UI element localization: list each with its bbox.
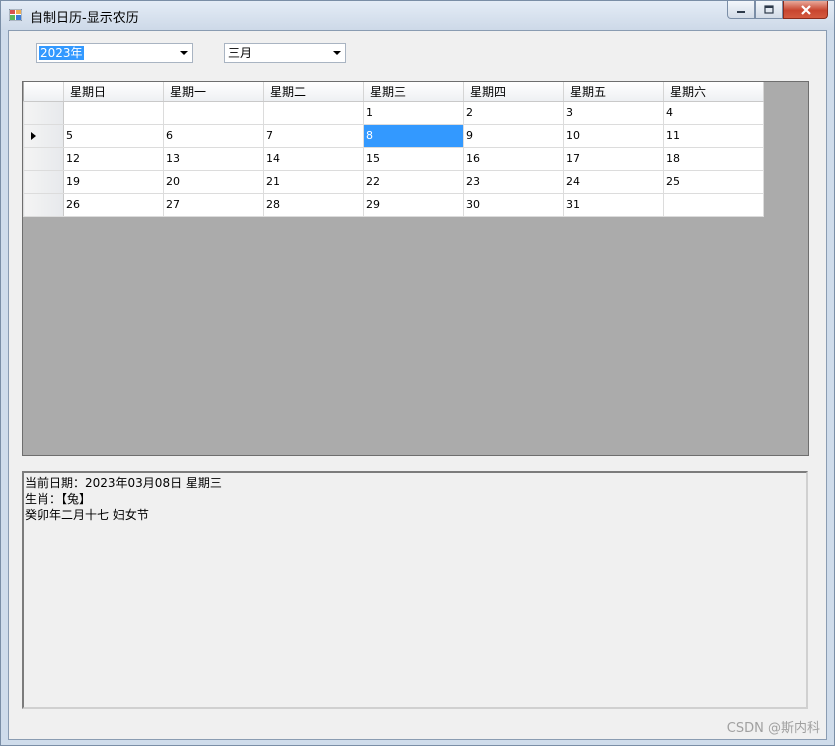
day-cell[interactable]: 4: [663, 100, 764, 125]
lunar-date-line: 癸卯年二月十七 妇女节: [25, 508, 149, 522]
day-cell[interactable]: 13: [163, 146, 264, 171]
day-cell[interactable]: 23: [463, 169, 564, 194]
day-cell[interactable]: 27: [163, 192, 264, 217]
column-header[interactable]: 星期一: [163, 82, 264, 102]
current-row-icon: [31, 131, 36, 140]
row-header-current[interactable]: [23, 123, 64, 148]
close-button[interactable]: [783, 1, 828, 19]
maximize-icon: [764, 5, 774, 14]
row-header[interactable]: [23, 146, 64, 171]
day-cell[interactable]: 25: [663, 169, 764, 194]
day-cell[interactable]: 6: [163, 123, 264, 148]
day-cell[interactable]: 2: [463, 100, 564, 125]
calendar-table: 星期日 星期一 星期二 星期三 星期四 星期五 星期六 1 2 3 4 5 6 …: [23, 82, 764, 217]
maximize-button[interactable]: [755, 1, 783, 19]
day-cell[interactable]: 15: [363, 146, 464, 171]
grid-corner-header[interactable]: [23, 82, 64, 102]
column-header[interactable]: 星期四: [463, 82, 564, 102]
day-cell[interactable]: 19: [63, 169, 164, 194]
zodiac-line: 生肖：【兔】: [25, 492, 92, 506]
column-header[interactable]: 星期日: [63, 82, 164, 102]
column-header[interactable]: 星期六: [663, 82, 764, 102]
day-cell-selected[interactable]: 8: [363, 123, 464, 148]
day-cell[interactable]: 7: [263, 123, 364, 148]
month-combobox[interactable]: 三月: [224, 43, 346, 63]
day-cell[interactable]: 16: [463, 146, 564, 171]
day-cell[interactable]: 22: [363, 169, 464, 194]
table-row: 26 27 28 29 30 31: [23, 192, 764, 217]
day-cell[interactable]: 28: [263, 192, 364, 217]
day-cell[interactable]: 29: [363, 192, 464, 217]
close-icon: [800, 4, 811, 15]
column-header[interactable]: 星期三: [363, 82, 464, 102]
table-row: 1 2 3 4: [23, 100, 764, 125]
day-cell[interactable]: 30: [463, 192, 564, 217]
day-cell[interactable]: 11: [663, 123, 764, 148]
calendar-header-row: 星期日 星期一 星期二 星期三 星期四 星期五 星期六: [23, 82, 764, 102]
app-window: 自制日历-显示农历 2023年 三月 星期日 星期一 星期二 星期三 星期四 星…: [0, 0, 835, 746]
day-cell[interactable]: [63, 100, 164, 125]
day-cell[interactable]: 17: [563, 146, 664, 171]
day-cell[interactable]: 5: [63, 123, 164, 148]
watermark: CSDN @斯内科: [726, 721, 820, 736]
table-row: 5 6 7 8 9 10 11: [23, 123, 764, 148]
day-cell[interactable]: [263, 100, 364, 125]
row-header[interactable]: [23, 100, 64, 125]
day-cell[interactable]: 1: [363, 100, 464, 125]
day-cell[interactable]: 14: [263, 146, 364, 171]
year-combobox-value: 2023年: [39, 46, 84, 60]
row-header[interactable]: [23, 192, 64, 217]
window-title: 自制日历-显示农历: [30, 11, 139, 26]
day-cell[interactable]: 18: [663, 146, 764, 171]
chevron-down-icon[interactable]: [180, 51, 188, 55]
day-cell[interactable]: 9: [463, 123, 564, 148]
day-cell[interactable]: 26: [63, 192, 164, 217]
month-combobox-value: 三月: [228, 46, 253, 60]
row-header[interactable]: [23, 169, 64, 194]
minimize-icon: [737, 10, 745, 13]
window-controls: [727, 1, 828, 21]
current-date-line: 当前日期：2023年03月08日 星期三: [25, 476, 222, 490]
client-area: 2023年 三月 星期日 星期一 星期二 星期三 星期四 星期五 星期六 1 2…: [8, 30, 827, 740]
calendar-grid[interactable]: 星期日 星期一 星期二 星期三 星期四 星期五 星期六 1 2 3 4 5 6 …: [22, 81, 809, 456]
column-header[interactable]: 星期二: [263, 82, 364, 102]
year-combobox[interactable]: 2023年: [36, 43, 193, 63]
column-header[interactable]: 星期五: [563, 82, 664, 102]
day-cell[interactable]: [663, 192, 764, 217]
title-bar[interactable]: 自制日历-显示农历: [1, 1, 834, 30]
day-cell[interactable]: 10: [563, 123, 664, 148]
day-cell[interactable]: 24: [563, 169, 664, 194]
day-cell[interactable]: 12: [63, 146, 164, 171]
table-row: 12 13 14 15 16 17 18: [23, 146, 764, 171]
day-cell[interactable]: [163, 100, 264, 125]
day-cell[interactable]: 31: [563, 192, 664, 217]
day-cell[interactable]: 20: [163, 169, 264, 194]
day-cell[interactable]: 3: [563, 100, 664, 125]
app-icon: [9, 9, 22, 21]
date-info-textbox[interactable]: 当前日期：2023年03月08日 星期三 生肖：【兔】 癸卯年二月十七 妇女节: [22, 471, 808, 709]
minimize-button[interactable]: [727, 1, 755, 19]
table-row: 19 20 21 22 23 24 25: [23, 169, 764, 194]
chevron-down-icon[interactable]: [333, 51, 341, 55]
day-cell[interactable]: 21: [263, 169, 364, 194]
